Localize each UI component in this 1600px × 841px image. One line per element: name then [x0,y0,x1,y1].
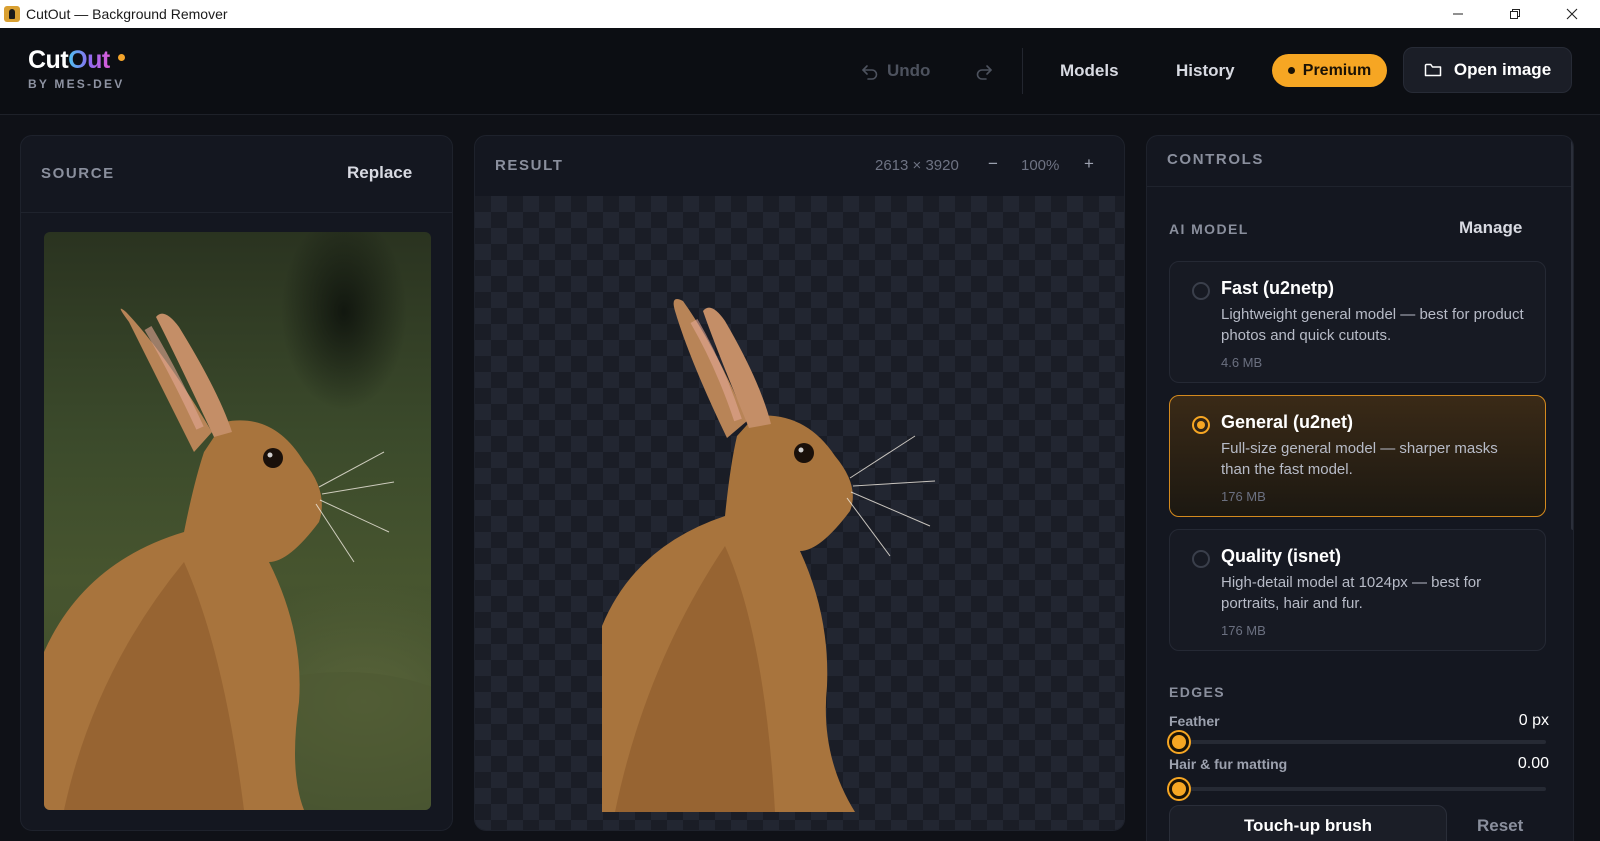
model-name: General (u2net) [1221,412,1354,432]
premium-dot-icon [1287,67,1295,74]
model-name: Fast (u2netp) [1221,278,1335,298]
window-titlebar: CutOut — Background Remover [0,0,1600,28]
window-controls [1429,0,1600,28]
logo-dot [117,53,125,61]
source-panel: SOURCE Replace [20,135,453,831]
touchup-brush-button[interactable]: Touch-up brush [1169,805,1447,841]
model-size: 176 MB [1221,623,1266,638]
model-card-fast[interactable]: Fast (u2netp) Lightweight general model … [1169,261,1546,383]
source-panel-header: SOURCE Replace [21,136,452,213]
premium-label: Premium [1302,61,1372,79]
models-button[interactable]: Models [1060,28,1119,114]
logo-cut-text: Cut [28,46,69,74]
model-size: 176 MB [1221,489,1266,504]
result-panel-header: RESULT 2613 × 3920 − 100% + [475,136,1124,197]
undo-icon [862,65,878,80]
logo-subtitle: BY MES-DEV [28,77,125,91]
app-icon [4,6,20,22]
feather-value: 0 px [1518,712,1549,729]
feather-slider-thumb[interactable] [1169,732,1189,752]
model-radio[interactable] [1192,282,1210,300]
matting-label: Hair & fur matting [1169,756,1288,772]
reset-button[interactable]: Reset [1477,816,1523,836]
undo-label: Undo [887,61,931,80]
zoom-in-button[interactable]: + [1084,154,1094,174]
model-radio[interactable] [1192,416,1210,434]
rabbit-cutout-icon [602,298,936,812]
history-button[interactable]: History [1176,28,1235,114]
model-description: Full-size general model — sharper masks … [1221,440,1498,478]
minimize-icon [1452,13,1463,15]
app-logo: CutOut BY MES-DEV [28,46,125,91]
matting-slider[interactable] [1169,787,1546,791]
result-panel: RESULT 2613 × 3920 − 100% + [474,135,1125,831]
controls-label: CONTROLS [1167,151,1264,168]
matting-value: 0.00 [1517,755,1549,772]
close-button[interactable] [1543,0,1600,28]
feather-slider[interactable] [1169,740,1546,744]
edges-label: EDGES [1169,684,1226,700]
model-name: Quality (isnet) [1221,546,1342,566]
redo-button[interactable] [975,28,993,114]
zoom-level: 100% [1021,157,1060,174]
close-icon [1566,8,1577,20]
controls-panel: CONTROLS AI MODEL Manage Fast (u2netp) L… [1146,135,1574,841]
source-image [44,232,431,810]
model-description: Lightweight general model — best for pro… [1221,306,1524,344]
image-dimensions: 2613 × 3920 [875,157,959,174]
premium-button[interactable]: Premium [1272,54,1387,87]
result-canvas[interactable] [475,196,1124,830]
model-description: High-detail model at 1024px — best for p… [1221,574,1482,612]
matting-slider-thumb[interactable] [1169,779,1189,799]
open-image-label: Open image [1453,60,1552,79]
minimize-button[interactable] [1429,0,1486,28]
header-divider [1022,48,1023,94]
manage-models-button[interactable]: Manage [1459,218,1522,238]
model-card-general[interactable]: General (u2net) Full-size general model … [1169,395,1546,517]
source-label: SOURCE [41,165,115,182]
redo-icon [976,65,992,80]
feather-label: Feather [1169,713,1220,729]
model-radio[interactable] [1192,550,1210,568]
open-image-button[interactable]: Open image [1403,47,1572,93]
rabbit-photo-icon [44,308,431,810]
window-title: CutOut — Background Remover [26,6,228,22]
folder-icon [1424,63,1442,77]
undo-button[interactable]: Undo [861,28,930,114]
logo-out-text: Out [68,46,110,74]
model-size: 4.6 MB [1221,355,1263,370]
model-card-quality[interactable]: Quality (isnet) High-detail model at 102… [1169,529,1546,651]
zoom-out-button[interactable]: − [988,154,998,174]
restore-button[interactable] [1486,0,1543,28]
app-header: CutOut BY MES-DEV Undo Models History Pr… [0,28,1600,115]
controls-scrollbar[interactable] [1571,140,1573,530]
controls-panel-header: CONTROLS [1147,136,1573,187]
result-label: RESULT [495,157,564,174]
restore-icon [1509,9,1520,19]
ai-model-label: AI MODEL [1169,221,1249,237]
replace-button[interactable]: Replace [347,163,412,183]
